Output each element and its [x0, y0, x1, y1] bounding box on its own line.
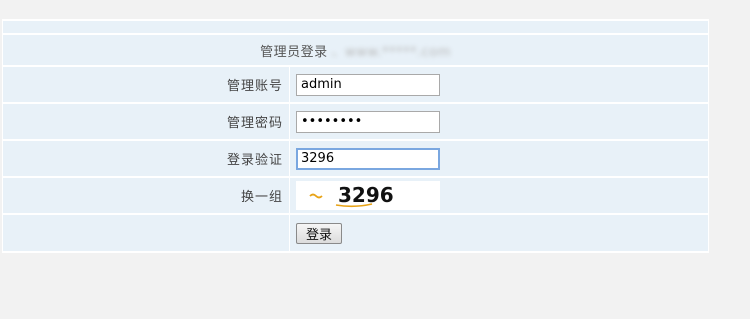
captcha-refresh-link[interactable]: 换一组: [3, 178, 290, 215]
empty-label-cell: [3, 215, 290, 253]
login-title: 管理员登录: [260, 44, 328, 60]
spacer-row: [3, 21, 709, 35]
username-label: 管理账号: [3, 67, 290, 104]
username-input[interactable]: [296, 73, 440, 96]
captcha-image-row: 换一组 3296: [3, 178, 709, 215]
password-label: 管理密码: [3, 104, 290, 141]
submit-row: 登录: [3, 215, 709, 253]
password-input[interactable]: [296, 110, 440, 133]
password-row: 管理密码: [3, 104, 709, 141]
title-row: 管理员登录 、www.*****.com: [3, 35, 709, 67]
username-row: 管理账号: [3, 67, 709, 104]
captcha-input[interactable]: [296, 147, 440, 170]
blurred-site-url: 、www.*****.com: [331, 44, 451, 60]
captcha-input-label: 登录验证: [3, 141, 290, 178]
captcha-input-row: 登录验证: [3, 141, 709, 178]
captcha-image[interactable]: 3296: [296, 181, 440, 210]
captcha-code: 3296: [338, 183, 394, 207]
login-title-cell: 管理员登录 、www.*****.com: [3, 35, 709, 67]
login-button[interactable]: 登录: [296, 222, 343, 244]
login-form-table: 管理员登录、www.*****.com 管理账号 管理密码 登录验证 换一组 3…: [2, 19, 709, 253]
